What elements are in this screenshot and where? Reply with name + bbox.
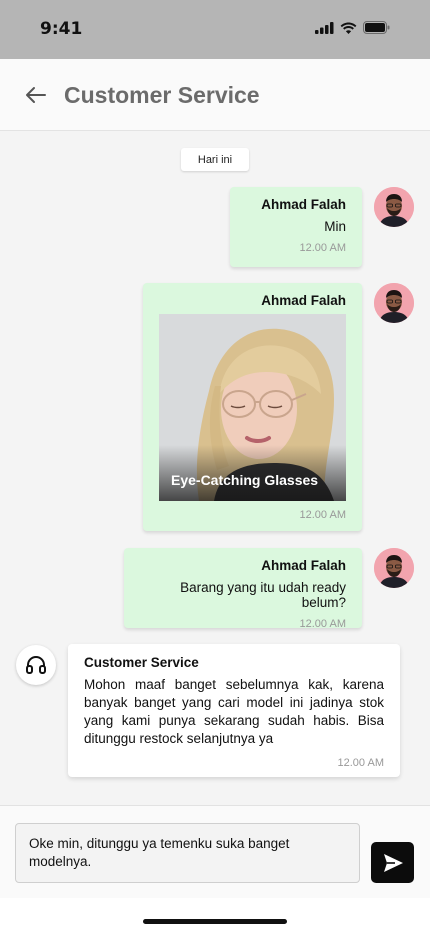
wifi-icon — [340, 22, 357, 34]
signal-icon — [315, 21, 334, 34]
message-bubble-outgoing: Ahmad Falah Barang yang itu udah ready b… — [124, 548, 362, 630]
message-time: 12.00 AM — [299, 618, 346, 630]
message-sender: Ahmad Falah — [261, 293, 346, 308]
message-sender: Ahmad Falah — [261, 558, 346, 573]
product-image[interactable]: Eye-Catching Glasses — [159, 314, 346, 501]
page-title: Customer Service — [64, 82, 260, 108]
back-arrow-icon — [26, 87, 46, 103]
home-indicator[interactable] — [143, 919, 287, 924]
message-time: 12.00 AM — [337, 757, 384, 769]
send-button[interactable] — [371, 842, 414, 883]
headset-icon — [26, 656, 46, 674]
avatar — [374, 187, 414, 227]
back-button[interactable] — [22, 81, 50, 109]
message-input[interactable]: Oke min, ditunggu ya temenku suka banget… — [15, 823, 360, 883]
chat-header: Customer Service — [0, 59, 430, 131]
status-time: 9:41 — [40, 19, 83, 39]
user-avatar-icon — [374, 283, 414, 323]
send-icon — [383, 853, 403, 872]
battery-icon — [363, 21, 390, 34]
date-divider: Hari ini — [181, 148, 249, 171]
status-icons — [315, 21, 390, 34]
avatar — [374, 283, 414, 323]
message-composer: Oke min, ditunggu ya temenku suka banget… — [0, 805, 430, 898]
avatar — [374, 548, 414, 588]
message-text: Min — [324, 219, 346, 234]
status-bar: 9:41 — [0, 0, 430, 59]
message-text: Mohon maaf banget sebelumnya kak, karena… — [84, 677, 384, 746]
image-caption: Eye-Catching Glasses — [171, 472, 319, 488]
message-bubble-outgoing: Ahmad Falah Eye-Catching Glasses 12.00 A… — [143, 283, 362, 531]
customer-service-avatar — [16, 645, 56, 685]
home-indicator-area — [0, 898, 430, 932]
user-avatar-icon — [374, 187, 414, 227]
message-sender: Customer Service — [84, 655, 199, 670]
message-time: 12.00 AM — [299, 242, 346, 254]
message-sender: Ahmad Falah — [261, 197, 346, 212]
message-text: Barang yang itu udah ready belum? — [180, 580, 346, 610]
message-bubble-incoming: Customer Service Mohon maaf banget sebel… — [68, 644, 400, 777]
message-bubble-outgoing: Ahmad Falah Min 12.00 AM — [230, 187, 362, 267]
user-avatar-icon — [374, 548, 414, 588]
message-time: 12.00 AM — [299, 509, 346, 521]
